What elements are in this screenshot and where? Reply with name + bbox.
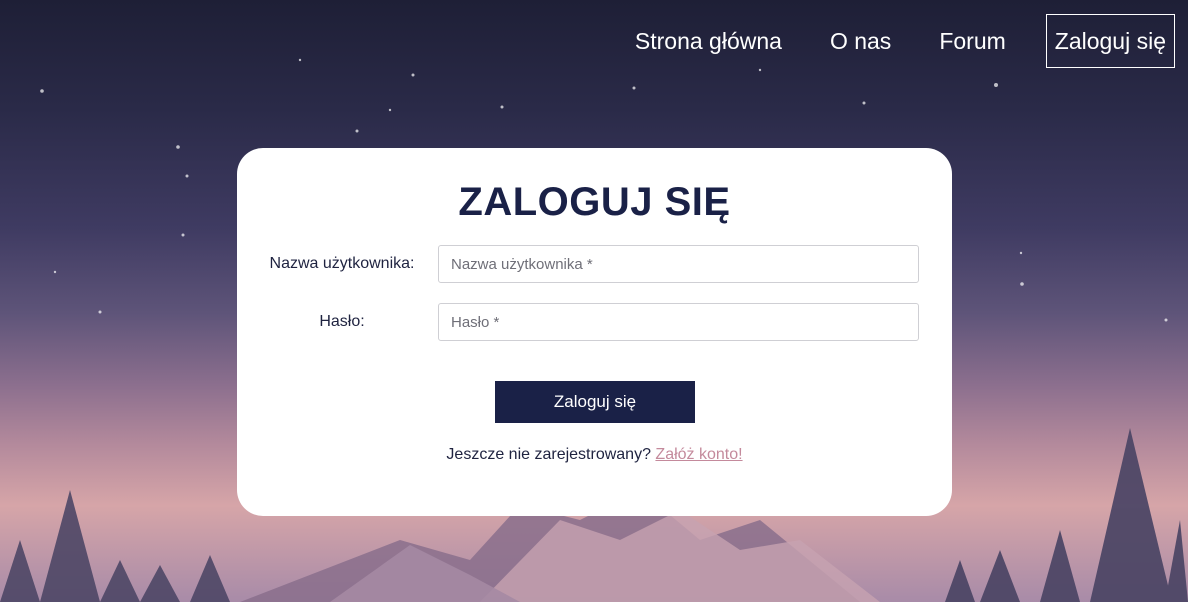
nav-link-home[interactable]: Strona główna — [635, 28, 782, 55]
nav-link-login[interactable]: Zaloguj się — [1045, 14, 1175, 68]
username-row: Nazwa użytkownika: — [237, 245, 952, 283]
nav-link-forum[interactable]: Forum — [939, 28, 1005, 55]
login-submit-button[interactable]: Zaloguj się — [495, 381, 695, 423]
login-card: ZALOGUJ SIĘ Nazwa użytkownika: Hasło: Za… — [237, 148, 952, 516]
password-label: Hasło: — [319, 313, 365, 330]
top-navigation: Strona główna O nas Forum Zaloguj się — [587, 14, 1175, 68]
username-input[interactable] — [438, 245, 919, 283]
password-input[interactable] — [438, 303, 919, 341]
register-prompt: Jeszcze nie zarejestrowany? Załóż konto! — [237, 446, 952, 464]
username-label: Nazwa użytkownika: — [269, 255, 415, 272]
register-link[interactable]: Załóż konto! — [655, 446, 742, 463]
register-text: Jeszcze nie zarejestrowany? — [446, 446, 651, 463]
password-row: Hasło: — [237, 303, 952, 341]
nav-link-about[interactable]: O nas — [830, 28, 891, 55]
login-title: ZALOGUJ SIĘ — [458, 180, 731, 224]
